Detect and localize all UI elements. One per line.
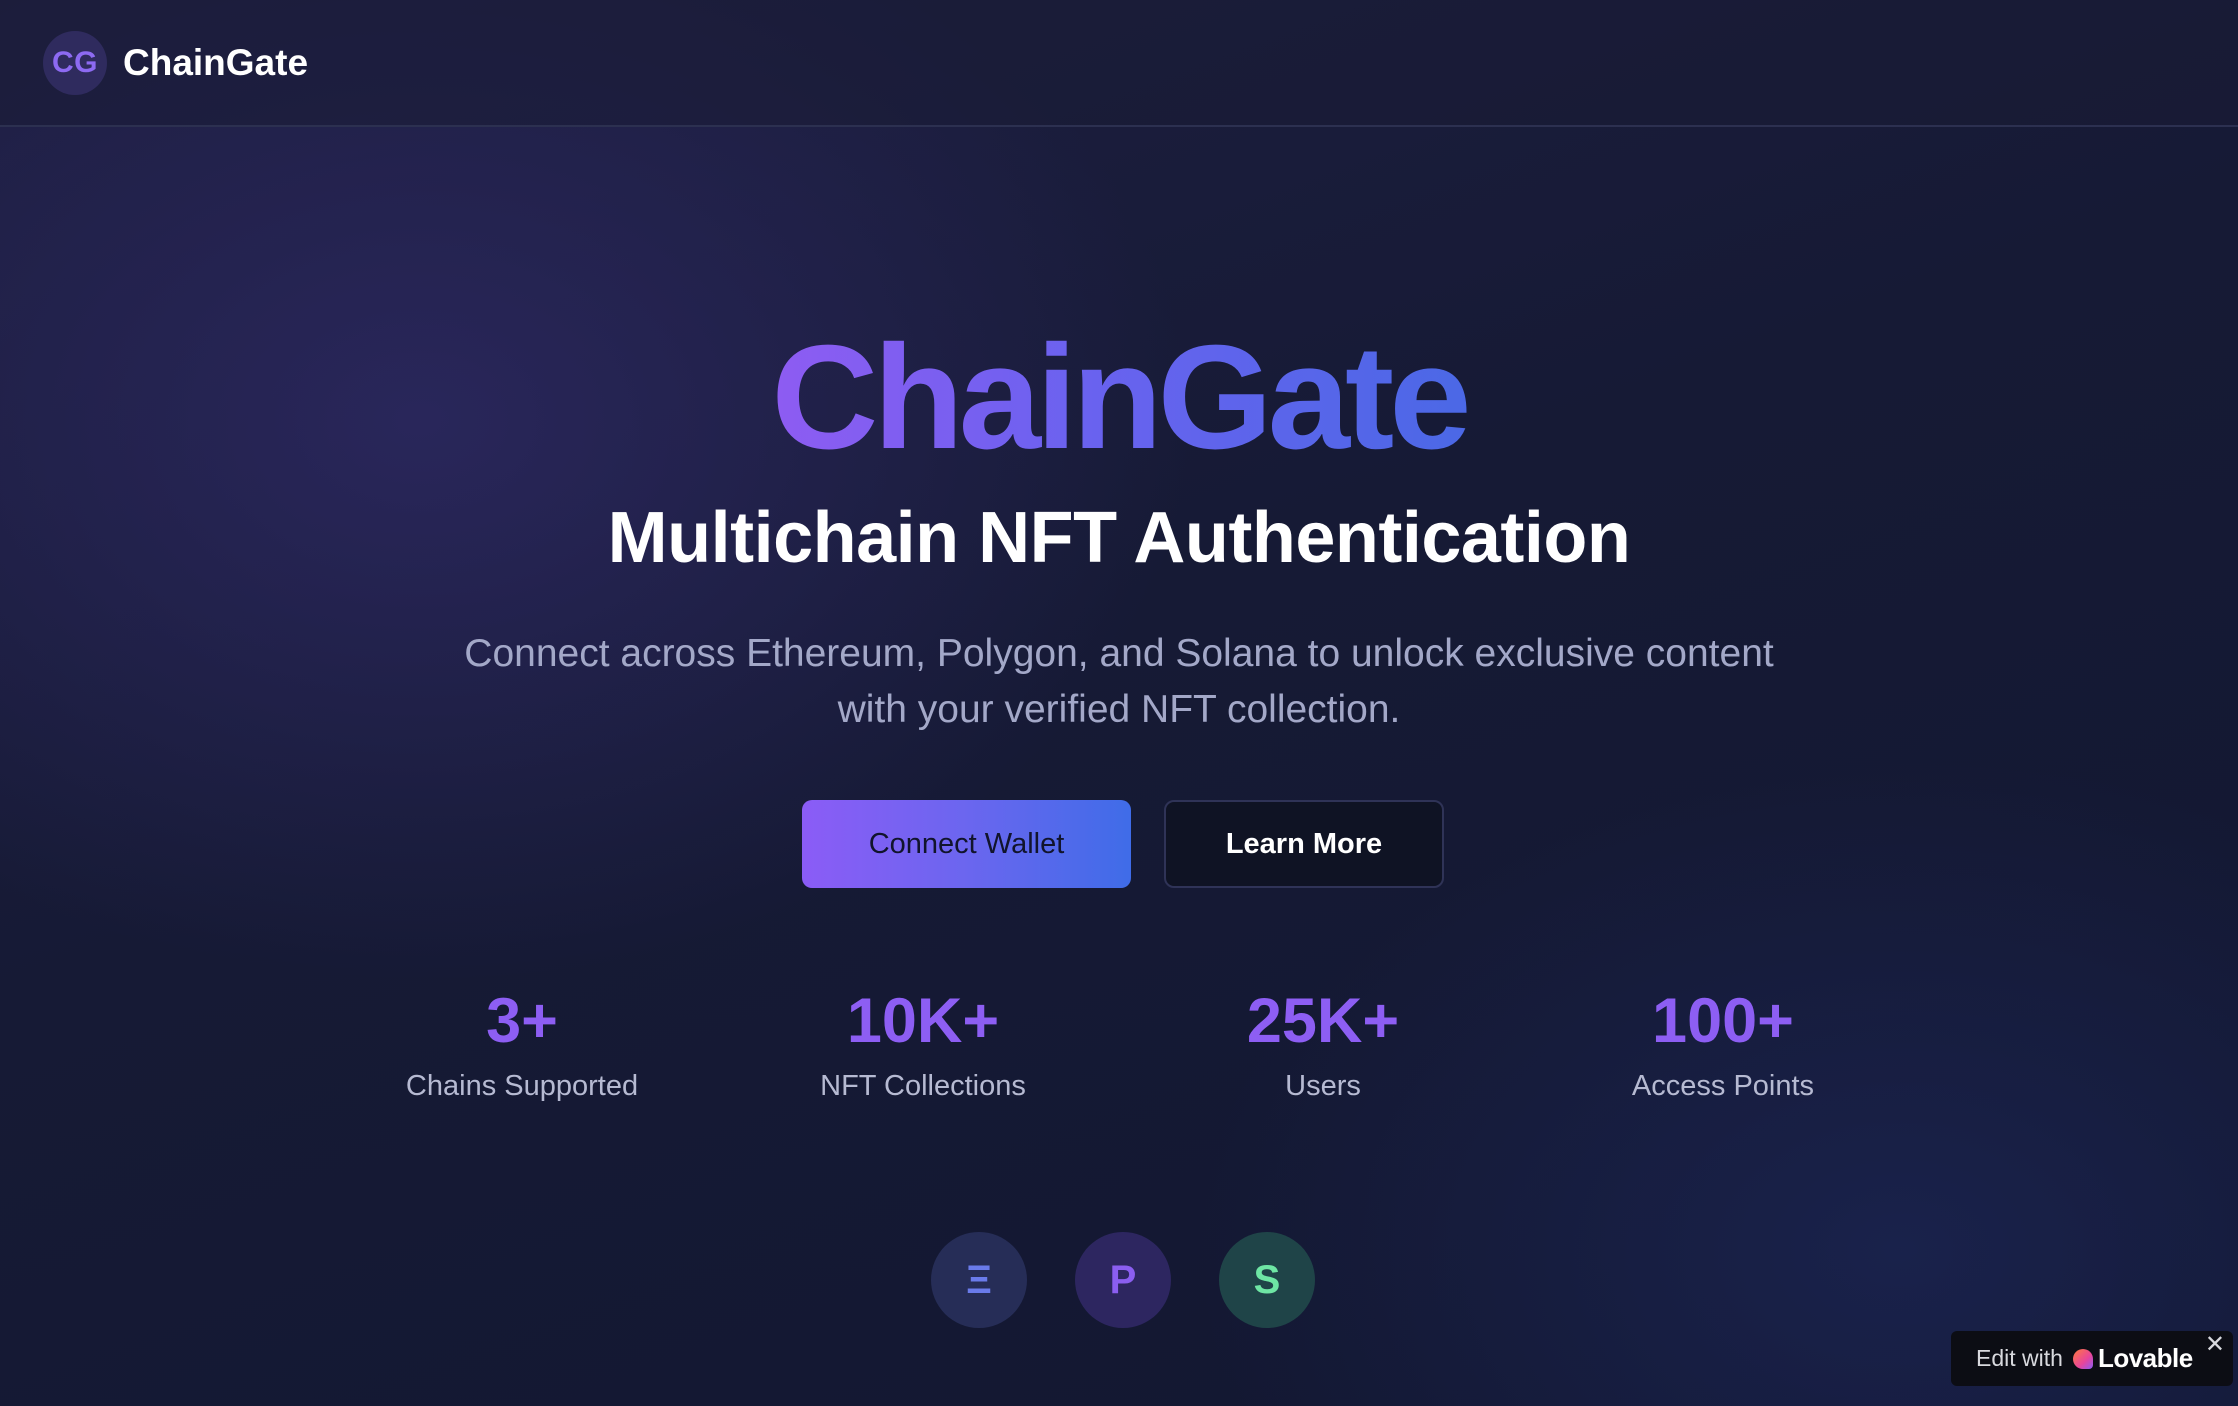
close-icon[interactable]: ✕ xyxy=(2205,1333,2225,1357)
hero-title: ChainGate xyxy=(0,318,2238,478)
brand-name[interactable]: ChainGate xyxy=(123,42,308,84)
stat-access-points: 100+ Access Points xyxy=(1523,982,1923,1104)
stat-users: 25K+ Users xyxy=(1123,982,1523,1104)
lovable-heart-icon xyxy=(2072,1348,2093,1369)
stat-label: Users xyxy=(1285,1070,1361,1102)
connect-wallet-button[interactable]: Connect Wallet xyxy=(802,800,1131,888)
stat-value: 100+ xyxy=(1652,986,1794,1056)
hero-description-line-1: Connect across Ethereum, Polygon, and So… xyxy=(464,632,1774,675)
top-navbar: CG ChainGate xyxy=(0,0,2238,127)
stat-label: NFT Collections xyxy=(820,1070,1026,1102)
stat-label: Chains Supported xyxy=(405,1070,639,1102)
edit-with-lovable-badge[interactable]: Edit with Lovable ✕ xyxy=(1951,1331,2233,1386)
stat-value: 25K+ xyxy=(1246,986,1400,1056)
logo-icon[interactable]: CG xyxy=(43,30,107,95)
lovable-badge-name: Lovable xyxy=(2097,1343,2193,1373)
hero-title-text: ChainGate xyxy=(771,315,1471,480)
hero-description-line-2: with your verified NFT collection. xyxy=(837,688,1401,731)
lovable-badge-prefix: Edit with xyxy=(1976,1345,2063,1371)
ethereum-icon: Ξ xyxy=(931,1232,1027,1328)
hero-subtitle: Multichain NFT Authentication xyxy=(607,498,1631,578)
solana-icon: S xyxy=(1219,1232,1315,1328)
stat-value: 10K+ xyxy=(846,986,1000,1056)
stat-nft-collections: 10K+ NFT Collections xyxy=(723,982,1123,1104)
stat-value: 3+ xyxy=(486,986,558,1056)
stat-chains-supported: 3+ Chains Supported xyxy=(322,982,722,1104)
learn-more-button[interactable]: Learn More xyxy=(1164,800,1444,888)
hero-description: Connect across Ethereum, Polygon, and So… xyxy=(419,626,1819,738)
polygon-icon: P xyxy=(1075,1232,1171,1328)
stat-label: Access Points xyxy=(1631,1070,1815,1102)
